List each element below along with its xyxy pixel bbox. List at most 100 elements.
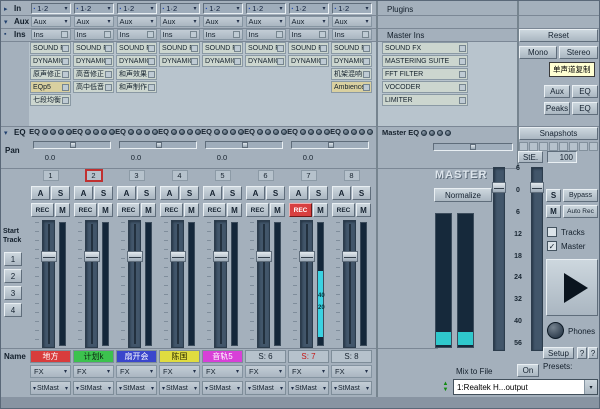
inserts-checkbox[interactable] — [233, 31, 240, 38]
eq-label[interactable]: EQ — [158, 127, 169, 136]
solo-button[interactable]: S — [51, 186, 70, 200]
master-fader-right[interactable] — [531, 167, 543, 351]
record-arm-button[interactable]: REC — [203, 203, 226, 217]
fx-checkbox[interactable] — [105, 45, 112, 52]
fx-slot[interactable]: 原声修正 — [30, 68, 71, 80]
aux-button[interactable]: Aux▾ — [31, 16, 71, 27]
snapshot-slot[interactable] — [529, 142, 538, 151]
channel-fx-button[interactable]: FX▾ — [245, 365, 286, 378]
master-fx-checkbox[interactable] — [459, 71, 466, 78]
solo-button[interactable]: S — [94, 186, 113, 200]
input-select[interactable]: ▪1·2▾ — [289, 3, 329, 14]
eq-label[interactable]: EQ — [115, 127, 126, 136]
inserts-checkbox[interactable] — [362, 31, 369, 38]
aux-button[interactable]: Aux▾ — [117, 16, 157, 27]
fx-checkbox[interactable] — [234, 58, 241, 65]
track-name[interactable]: S: 7 — [288, 350, 329, 363]
master-fx-checkbox[interactable] — [459, 58, 466, 65]
fx-checkbox[interactable] — [320, 58, 327, 65]
record-arm-button[interactable]: REC — [74, 203, 97, 217]
pan-slider[interactable] — [119, 141, 197, 149]
master-fx-slot[interactable]: LIMITER — [382, 94, 468, 106]
eq-knob[interactable] — [136, 129, 142, 135]
setup-button[interactable]: Setup — [543, 347, 574, 359]
fx-slot[interactable]: SOUND FX — [30, 42, 71, 54]
solo-button[interactable]: S — [309, 186, 328, 200]
fader-handle[interactable] — [84, 251, 100, 262]
collapse-ins-icon[interactable]: ▪ — [4, 31, 6, 38]
fader-handle[interactable] — [256, 251, 272, 262]
mute-button[interactable]: M — [356, 203, 371, 217]
channel-number[interactable]: 6 — [258, 170, 274, 181]
eq-knob[interactable] — [257, 129, 263, 135]
channel-fx-button[interactable]: FX▾ — [116, 365, 157, 378]
fx-slot[interactable]: EQp5 — [30, 81, 71, 93]
channel-fx-button[interactable]: FX▾ — [202, 365, 243, 378]
eq-knob[interactable] — [273, 129, 279, 135]
solo-button[interactable]: S — [352, 186, 371, 200]
inserts-checkbox[interactable] — [190, 31, 197, 38]
fader-handle[interactable] — [299, 251, 315, 262]
fx-slot[interactable]: 高中低音 — [73, 81, 114, 93]
peaks-button[interactable]: Peaks — [544, 102, 570, 115]
inserts-button[interactable]: Ins — [160, 29, 200, 40]
output-routing-select[interactable]: ▾StMast▾ — [245, 381, 286, 395]
start-track-button[interactable]: 2 — [4, 269, 22, 283]
inserts-checkbox[interactable] — [104, 31, 111, 38]
channel-fx-button[interactable]: FX▾ — [288, 365, 329, 378]
input-select[interactable]: ▪1·2▾ — [332, 3, 372, 14]
snapshot-slot[interactable] — [569, 142, 578, 151]
volume-fader[interactable] — [257, 220, 270, 348]
record-arm-button[interactable]: REC — [117, 203, 140, 217]
automation-button[interactable]: A — [332, 186, 351, 200]
fx-slot[interactable]: SOUND FX — [202, 42, 243, 54]
input-select[interactable]: ▪1·2▾ — [31, 3, 71, 14]
channel-fx-button[interactable]: FX▾ — [331, 365, 372, 378]
channel-number[interactable]: 7 — [301, 170, 317, 181]
fx-checkbox[interactable] — [148, 71, 155, 78]
automation-button[interactable]: A — [289, 186, 308, 200]
master-fx-slot[interactable]: VOCODER — [382, 81, 468, 93]
eq-knob[interactable] — [58, 129, 64, 135]
mute-button[interactable]: M — [184, 203, 199, 217]
mute-button[interactable]: M — [141, 203, 156, 217]
record-arm-button[interactable]: REC — [289, 203, 312, 217]
fx-slot[interactable]: 和声制作 — [116, 81, 157, 93]
eq-knob[interactable] — [222, 129, 228, 135]
master-eq-knob[interactable] — [429, 130, 435, 136]
master-fader-handle[interactable] — [492, 182, 506, 193]
mix-to-file-label[interactable]: Mix to File — [456, 367, 492, 376]
track-name[interactable]: S: 6 — [245, 350, 286, 363]
phones-knob[interactable] — [547, 322, 564, 339]
eq-knob[interactable] — [187, 129, 193, 135]
channel-number[interactable]: 8 — [344, 170, 360, 181]
fx-checkbox[interactable] — [363, 45, 370, 52]
track-name[interactable]: 计划k — [73, 350, 114, 363]
automation-button[interactable]: A — [74, 186, 93, 200]
start-track-button[interactable]: 4 — [4, 303, 22, 317]
reset-button[interactable]: Reset — [519, 29, 598, 42]
output-routing-select[interactable]: ▾StMast▾ — [30, 381, 71, 395]
volume-fader[interactable] — [214, 220, 227, 348]
fx-slot[interactable]: SOUND FX — [331, 42, 372, 54]
channel-fx-button[interactable]: FX▾ — [73, 365, 114, 378]
eq-knob[interactable] — [359, 129, 365, 135]
pan-slider[interactable] — [205, 141, 283, 149]
output-routing-select[interactable]: ▾StMast▾ — [288, 381, 329, 395]
aux-button[interactable]: Aux▾ — [74, 16, 114, 27]
fx-slot[interactable]: DYNAMICS — [245, 55, 286, 67]
collapse-aux-icon[interactable]: ▾ — [4, 18, 8, 26]
eq-label[interactable]: EQ — [201, 127, 212, 136]
mono-button[interactable]: Mono — [519, 46, 557, 59]
eq-knob[interactable] — [308, 129, 314, 135]
aux-button[interactable]: Aux▾ — [246, 16, 286, 27]
eq-master-button[interactable]: EQ — [572, 85, 598, 98]
master-fx-checkbox[interactable] — [459, 97, 466, 104]
fx-checkbox[interactable] — [62, 71, 69, 78]
pan-handle[interactable] — [328, 142, 334, 148]
output-routing-select[interactable]: ▾StMast▾ — [331, 381, 372, 395]
solo-button[interactable]: S — [137, 186, 156, 200]
fx-slot[interactable]: 高音修正 — [73, 68, 114, 80]
auto-rec-button[interactable]: Auto Rec — [563, 205, 598, 218]
fx-checkbox[interactable] — [234, 45, 241, 52]
